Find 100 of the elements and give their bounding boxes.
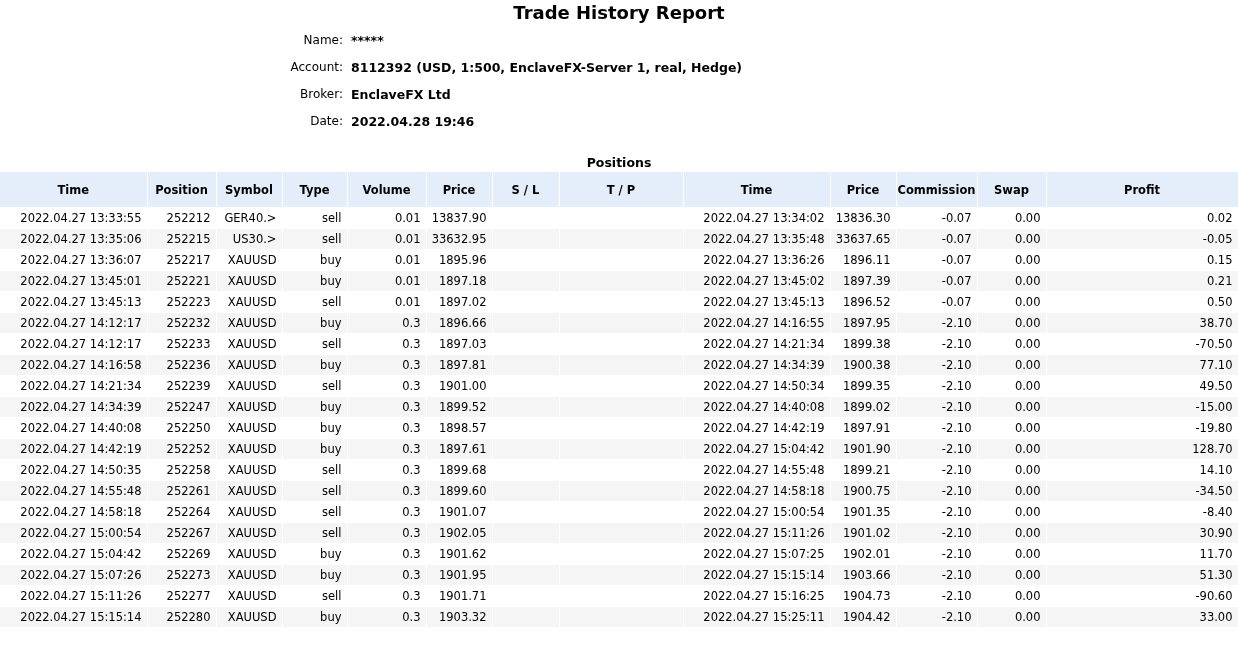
table-cell: sell xyxy=(282,459,347,481)
table-cell: 0.3 xyxy=(347,501,426,523)
table-cell: 252239 xyxy=(147,375,216,397)
table-cell: 252277 xyxy=(147,585,216,607)
table-cell: 1904.73 xyxy=(830,585,896,607)
table-cell: -8.40 xyxy=(1046,501,1238,523)
table-cell: 0.00 xyxy=(977,207,1046,229)
table-cell: 0.00 xyxy=(977,375,1046,397)
table-cell: 252217 xyxy=(147,249,216,271)
table-cell: 1901.00 xyxy=(426,375,492,397)
column-header: Price xyxy=(426,172,492,208)
table-cell: 0.01 xyxy=(347,291,426,313)
table-cell: 1901.62 xyxy=(426,543,492,565)
table-cell: 0.3 xyxy=(347,543,426,565)
table-cell: 2022.04.27 14:55:48 xyxy=(0,480,147,502)
column-header: Position xyxy=(147,172,216,208)
table-cell: 0.3 xyxy=(347,585,426,607)
field-label: Broker: xyxy=(299,86,343,103)
table-cell: 2022.04.27 15:11:26 xyxy=(0,585,147,607)
table-cell: 2022.04.27 13:45:13 xyxy=(683,291,830,313)
table-cell: 49.50 xyxy=(1046,375,1238,397)
table-cell: sell xyxy=(282,333,347,355)
table-cell: -2.10 xyxy=(896,333,977,355)
table-cell: XAUUSD xyxy=(216,459,282,481)
table-cell: 0.50 xyxy=(1046,291,1238,313)
table-cell: sell xyxy=(282,375,347,397)
table-cell: 0.01 xyxy=(347,249,426,271)
table-cell: -0.07 xyxy=(896,249,977,271)
table-cell: 1899.68 xyxy=(426,459,492,481)
table-cell: 2022.04.27 15:07:25 xyxy=(683,543,830,565)
column-header: Symbol xyxy=(216,172,282,208)
table-cell: 252223 xyxy=(147,291,216,313)
table-cell: 2022.04.27 15:15:14 xyxy=(0,606,147,628)
table-cell: -2.10 xyxy=(896,459,977,481)
table-cell: 0.00 xyxy=(977,543,1046,565)
table-cell: 2022.04.27 14:12:17 xyxy=(0,312,147,334)
table-cell: 1897.91 xyxy=(830,417,896,439)
table-cell: 2022.04.27 15:04:42 xyxy=(0,543,147,565)
table-cell: 2022.04.27 15:00:54 xyxy=(683,501,830,523)
table-cell: -0.07 xyxy=(896,207,977,229)
table-cell: 0.00 xyxy=(977,501,1046,523)
table-cell: 0.3 xyxy=(347,375,426,397)
table-cell: XAUUSD xyxy=(216,585,282,607)
table-cell: -70.50 xyxy=(1046,333,1238,355)
table-cell: 2022.04.27 14:40:08 xyxy=(0,417,147,439)
table-cell: 1897.03 xyxy=(426,333,492,355)
table-cell: 0.02 xyxy=(1046,207,1238,229)
column-header: Swap xyxy=(977,172,1046,208)
column-header: Time xyxy=(683,172,830,208)
table-cell: sell xyxy=(282,585,347,607)
field-label: Name: xyxy=(302,32,343,49)
table-cell: 2022.04.27 13:45:13 xyxy=(0,291,147,313)
column-header: T / P xyxy=(559,172,683,208)
table-cell: XAUUSD xyxy=(216,375,282,397)
table-cell: 252269 xyxy=(147,543,216,565)
table-cell: 0.00 xyxy=(977,249,1046,271)
field-value: ***** xyxy=(351,32,385,50)
field-value: 2022.04.28 19:46 xyxy=(351,113,476,131)
table-cell: 2022.04.27 13:36:07 xyxy=(0,249,147,271)
table-cell: 14.10 xyxy=(1046,459,1238,481)
table-cell: 252258 xyxy=(147,459,216,481)
column-header: Volume xyxy=(347,172,426,208)
table-cell: 2022.04.27 14:12:17 xyxy=(0,333,147,355)
table-cell: 2022.04.27 13:35:06 xyxy=(0,228,147,250)
field-value: EnclaveFX Ltd xyxy=(351,86,452,104)
table-cell: XAUUSD xyxy=(216,501,282,523)
table-cell: 2022.04.27 13:36:26 xyxy=(683,249,830,271)
column-header: Commission xyxy=(896,172,977,208)
table-cell: 0.15 xyxy=(1046,249,1238,271)
table-cell: 2022.04.27 14:21:34 xyxy=(683,333,830,355)
table-cell: 0.3 xyxy=(347,417,426,439)
table-cell: 13836.30 xyxy=(830,207,896,229)
table-cell: 2022.04.27 14:58:18 xyxy=(0,501,147,523)
table-cell: 252250 xyxy=(147,417,216,439)
table-cell: sell xyxy=(282,207,347,229)
table-cell: 2022.04.27 14:50:35 xyxy=(0,459,147,481)
table-cell: 1899.38 xyxy=(830,333,896,355)
table-cell: buy xyxy=(282,543,347,565)
table-cell: sell xyxy=(282,291,347,313)
table-cell: -2.10 xyxy=(896,543,977,565)
table-cell: 2022.04.27 13:45:01 xyxy=(0,270,147,292)
table-cell: -2.10 xyxy=(896,417,977,439)
table-cell: 2022.04.27 14:42:19 xyxy=(0,438,147,460)
column-header: S / L xyxy=(492,172,559,208)
table-cell: 0.3 xyxy=(347,333,426,355)
field-label: Account: xyxy=(289,59,343,76)
column-header: Profit xyxy=(1046,172,1238,208)
table-cell: GER40.> xyxy=(216,207,282,229)
table-cell: 2022.04.27 14:34:39 xyxy=(0,396,147,418)
table-cell: sell xyxy=(282,501,347,523)
table-cell: XAUUSD xyxy=(216,543,282,565)
table-cell: 2022.04.27 14:21:34 xyxy=(0,375,147,397)
table-cell: XAUUSD xyxy=(216,417,282,439)
table-cell: 2022.04.27 14:50:34 xyxy=(683,375,830,397)
table-cell: 1895.96 xyxy=(426,249,492,271)
field-value: 8112392 (USD, 1:500, EnclaveFX-Server 1, real, Hedge) xyxy=(351,59,744,77)
table-cell: 1901.35 xyxy=(830,501,896,523)
column-header: Time xyxy=(0,172,147,208)
section-title: Positions xyxy=(585,154,653,172)
table-cell: 0.3 xyxy=(347,459,426,481)
